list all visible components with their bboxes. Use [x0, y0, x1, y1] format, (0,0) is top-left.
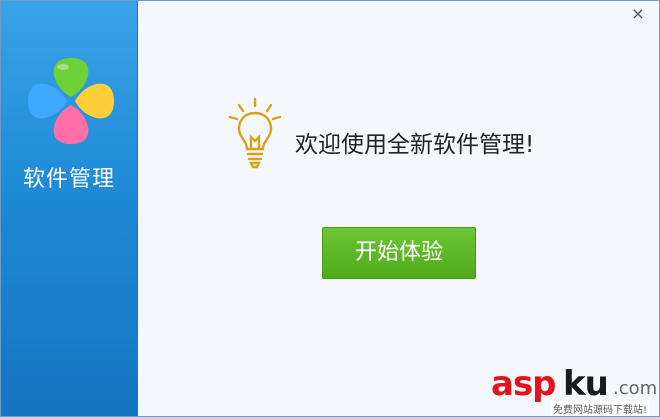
sidebar-title: 软件管理	[22, 167, 115, 192]
watermark-brand-red: asp	[491, 364, 557, 404]
watermark-tagline: 免费网站源码下载站!	[551, 401, 650, 416]
close-icon[interactable]: ×	[627, 5, 649, 23]
welcome-message: 欢迎使用全新软件管理!	[295, 132, 535, 158]
dialog-window: 软件管理 × 欢迎使用全新软件管理! 开始体验 asp ku .com 免费网站…	[0, 0, 660, 417]
watermark-brand-dark: ku	[563, 364, 609, 404]
four-petal-logo-icon	[28, 58, 114, 144]
watermark-logo: asp ku .com 免费网站源码下载站!	[491, 364, 659, 416]
sidebar: 软件管理	[1, 1, 138, 416]
lightbulb-icon	[228, 97, 282, 169]
watermark-suffix: .com	[613, 378, 658, 399]
start-experience-button[interactable]: 开始体验	[322, 227, 476, 279]
